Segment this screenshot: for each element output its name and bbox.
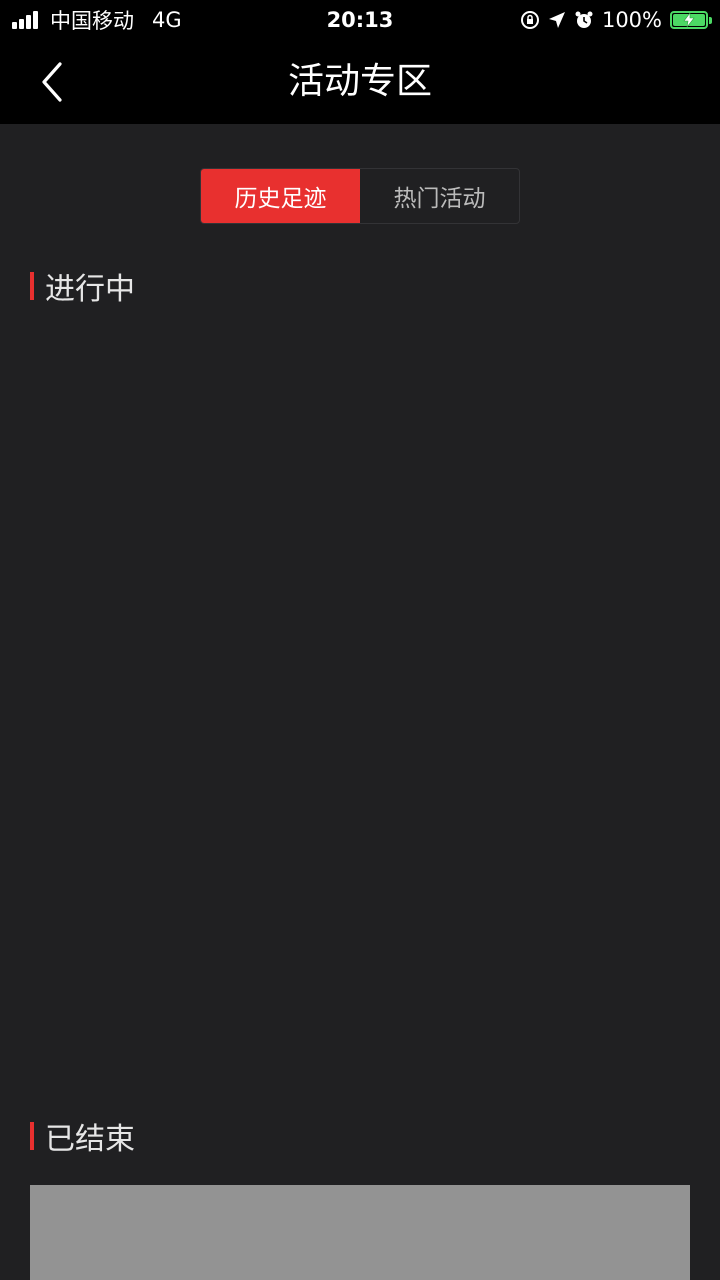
section-ongoing-title: 进行中 [45,272,135,307]
tab-history[interactable]: 历史足迹 [201,169,360,223]
tab-switcher: 历史足迹 热门活动 [200,168,520,224]
battery-charging-icon [670,11,712,29]
section-accent-bar [30,1122,34,1150]
page-title: 活动专区 [287,61,432,102]
ended-event-card[interactable] [30,1185,690,1280]
nav-bar: 活动专区 [0,40,720,124]
section-ended-header: 已结束 [30,1118,135,1157]
status-bar: 中国移动 4G 20:13 100% [0,0,720,40]
location-icon [548,11,566,29]
section-ongoing-header: 进行中 [30,268,135,307]
battery-percent: 100% [601,8,662,32]
tab-hot-events[interactable]: 热门活动 [360,169,519,223]
orientation-lock-icon [520,10,540,30]
status-right: 100% [512,0,712,40]
section-ended-title: 已结束 [45,1122,135,1157]
alarm-icon [574,10,594,30]
section-accent-bar [30,272,34,300]
